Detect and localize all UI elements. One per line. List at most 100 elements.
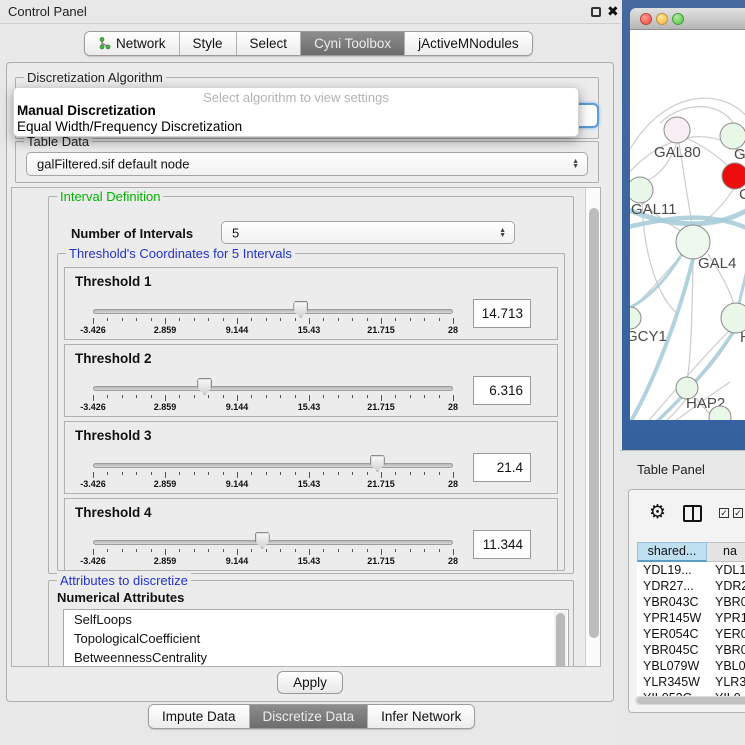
control-panel-title: Control Panel [8,4,87,19]
cell-name: YBL0 [707,658,745,674]
gear-icon[interactable]: ⚙ [649,501,666,524]
panel-scrollbar-thumb[interactable] [589,208,599,638]
list-scrollbar-thumb[interactable] [556,613,565,667]
panel-vertical-scrollbar[interactable] [585,188,601,666]
tab-network[interactable]: Network [85,32,180,55]
tab-select[interactable]: Select [237,32,302,55]
stepper-arrows-icon: ▲▼ [499,228,506,238]
network-node-gal4[interactable] [676,225,710,259]
close-traffic-light-icon[interactable] [640,13,652,25]
column-header-shared-name[interactable]: shared... [637,542,707,562]
apply-button[interactable]: Apply [277,671,343,694]
table-row[interactable]: YPR145WYPR1 [637,610,745,626]
checkbox-icon[interactable]: ✓ [719,508,729,518]
tick-label: 15.43 [298,402,321,412]
node-label: GAL11 [631,201,677,218]
tick-label: 9.144 [226,556,249,566]
table-row[interactable]: YBR043CYBR0 [637,594,745,610]
table-row[interactable]: YER054CYER0 [637,626,745,642]
algorithm-option-equal-width[interactable]: Equal Width/Frequency Discretization [17,119,242,134]
list-scrollbar[interactable] [554,611,567,667]
slider-track[interactable] [93,309,453,314]
tab-impute-data[interactable]: Impute Data [149,705,250,728]
network-edge-highlighted[interactable] [739,242,745,304]
network-edge-highlighted[interactable] [630,254,682,310]
network-canvas[interactable]: GAL80GACGAL11GAL4GCY1HHAP2 [630,30,745,420]
slider-tick-labels: -3.4262.8599.14415.4321.71528 [93,402,453,413]
tab-jactivemnodules[interactable]: jActiveMNodules [405,32,532,55]
control-panel-tabs: NetworkStyle Select Cyni Toolbox jActiveMNo… [84,31,533,56]
tab-infer-network[interactable]: Infer Network [368,705,474,728]
number-of-intervals-combo[interactable]: 5 ▲▼ [221,221,515,244]
table-row[interactable]: YBL079WYBL0 [637,658,745,674]
table-data-combo[interactable]: galFiltered.sif default node ▲▼ [26,152,588,176]
cyni-bottom-tabs: Impute DataDiscretize DataInfer Network [148,704,475,729]
tick-label: 9.144 [226,325,249,335]
threshold-value-field[interactable]: 11.344 [473,530,531,559]
threshold-value-field[interactable]: 6.316 [473,376,531,405]
tab-label: Cyni Toolbox [314,36,391,51]
threshold-label: Threshold 4 [75,505,152,520]
attribute-list-item[interactable]: TopologicalCoefficient [64,629,568,648]
network-icon [98,37,111,50]
cell-name: YBR0 [707,594,745,610]
column-header-name[interactable]: na [707,542,745,562]
node-label: GA [734,146,745,163]
slider-tick-labels: -3.4262.8599.14415.4321.71528 [93,556,453,567]
checkbox-icon[interactable]: ✓ [733,508,743,518]
slider-thumb[interactable] [197,378,212,395]
tab-cyni-toolbox[interactable]: Cyni Toolbox [301,32,405,55]
threshold-label: Threshold 2 [75,351,152,366]
attribute-list-item[interactable]: BetweennessCentrality [64,648,568,667]
tick-label: 28 [448,479,458,489]
tick-label: 28 [448,556,458,566]
network-node-gal11[interactable] [630,177,653,203]
cell-shared-name: YBR045C [637,642,707,658]
network-node-gcy1[interactable] [630,307,641,329]
tick-label: 2.859 [154,556,177,566]
tick-label: 21.715 [367,556,395,566]
slider-track[interactable] [93,386,453,391]
tab-style[interactable]: Style [180,32,237,55]
attribute-list-item[interactable]: SelfLoops [64,610,568,629]
split-columns-icon[interactable] [683,505,702,522]
tick-label: 2.859 [154,402,177,412]
algorithm-option-manual[interactable]: Manual Discretization [17,103,156,118]
table-row[interactable]: YBR045CYBR0 [637,642,745,658]
network-node-gal80[interactable] [664,117,690,143]
slider-track[interactable] [93,463,453,468]
network-window-titlebar[interactable] [630,8,745,30]
tick-label: 15.43 [298,556,321,566]
slider-tick-labels: -3.4262.8599.14415.4321.71528 [93,325,453,336]
numerical-attributes-list[interactable]: SelfLoopsTopologicalCoefficientBetweenne… [63,609,569,667]
slider-thumb[interactable] [255,532,270,549]
zoom-traffic-light-icon[interactable] [672,13,684,25]
table-row[interactable]: YDR27...YDR2 [637,578,745,594]
tab-discretize-data[interactable]: Discretize Data [250,705,369,728]
threshold-value-field[interactable]: 21.4 [473,453,531,482]
table-row[interactable]: YDL19...YDL1 [637,562,745,578]
table-horizontal-scrollbar[interactable] [635,696,745,705]
float-window-icon[interactable] [591,7,601,17]
table-row[interactable]: YLR345WYLR3 [637,674,745,690]
table-data-group: Table Data galFiltered.sif default node … [15,141,599,183]
slider-track[interactable] [93,540,453,545]
minimize-traffic-light-icon[interactable] [656,13,668,25]
slider-thumb[interactable] [293,301,308,318]
number-of-intervals-value: 5 [232,225,239,240]
node-attribute-table[interactable]: shared... na YDL19...YDL1YDR27...YDR2YBR… [637,542,745,696]
threshold-panel-3: Threshold 3-3.4262.8599.14415.4321.71528… [64,421,558,494]
close-icon[interactable]: ✖ [607,3,619,20]
threshold-value-field[interactable]: 14.713 [473,299,531,328]
slider-thumb[interactable] [370,455,385,472]
tab-label: jActiveMNodules [418,36,519,51]
cell-name: YPR1 [707,610,745,626]
tick-label: 9.144 [226,479,249,489]
tab-label: Select [250,36,288,51]
tick-label: 9.144 [226,402,249,412]
tick-label: 21.715 [367,402,395,412]
network-view-window: GAL80GACGAL11GAL4GCY1HHAP2 [622,0,745,450]
cell-shared-name: YDR27... [637,578,707,594]
table-scrollbar-thumb[interactable] [637,697,745,704]
node-label: GAL4 [698,255,736,272]
